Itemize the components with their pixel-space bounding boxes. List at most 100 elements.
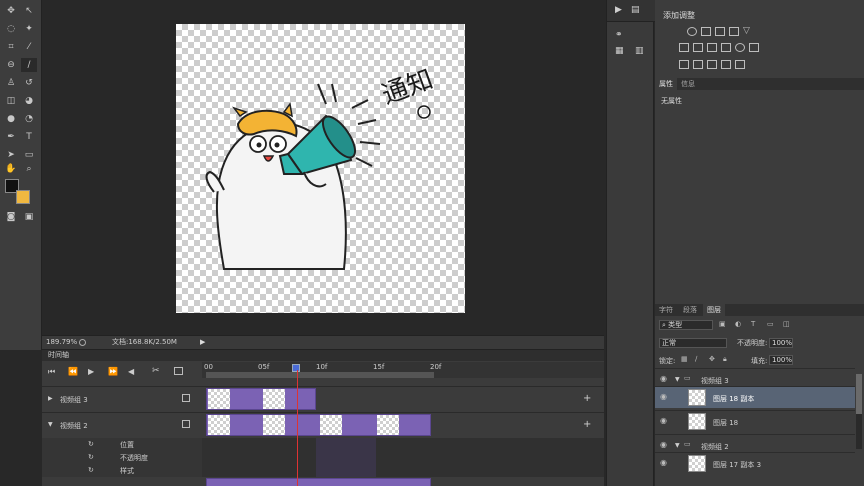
filter-adjustment-icon[interactable]: ◐ — [735, 320, 741, 328]
color-lookup-icon[interactable] — [749, 43, 759, 52]
tab-paragraph[interactable]: 段落 — [679, 304, 701, 316]
zoom-tool-icon[interactable]: ⌕ — [21, 162, 37, 176]
go-to-first-frame-icon[interactable]: ⏮ — [48, 367, 55, 377]
document-canvas[interactable]: 通知 — [176, 24, 465, 313]
move-tool-icon[interactable]: ✥ — [3, 4, 19, 18]
eyedropper-tool-icon[interactable]: ⁄ — [21, 40, 37, 54]
play-action-icon[interactable]: ▶ — [615, 5, 622, 15]
tab-properties[interactable]: 属性 — [655, 78, 677, 90]
exposure-icon[interactable] — [729, 27, 739, 36]
brightness-icon[interactable] — [687, 27, 697, 36]
tab-character[interactable]: 字符 — [655, 304, 677, 316]
timeline-tab[interactable]: 时间轴 — [42, 350, 604, 361]
track-options-icon[interactable] — [182, 394, 190, 402]
clone-source-icon[interactable]: ⚭ — [615, 30, 623, 40]
playhead-handle[interactable] — [292, 364, 300, 372]
brush-presets-icon[interactable]: ▦ — [615, 46, 624, 56]
visibility-eye-icon[interactable]: ◉ — [660, 393, 669, 401]
next-frame-icon[interactable]: ⏩ — [108, 367, 118, 376]
lasso-tool-icon[interactable]: ◌ — [3, 22, 19, 36]
collapse-arrow-icon[interactable]: ▼ — [675, 376, 680, 383]
threshold-icon[interactable] — [707, 60, 717, 69]
hue-saturation-icon[interactable] — [679, 43, 689, 52]
fill-input[interactable]: 100% — [769, 355, 793, 365]
eraser-tool-icon[interactable]: ◫ — [3, 94, 19, 108]
paint-bucket-tool-icon[interactable]: ◕ — [21, 94, 37, 108]
color-balance-icon[interactable] — [693, 43, 703, 52]
tab-info[interactable]: 信息 — [677, 78, 699, 90]
dodge-tool-icon[interactable]: ◔ — [21, 112, 37, 126]
filter-smart-object-icon[interactable]: ◫ — [783, 320, 790, 328]
history-icon[interactable]: ▤ — [631, 5, 640, 15]
lock-pixels-icon[interactable]: ∕ — [695, 355, 697, 363]
black-white-icon[interactable] — [707, 43, 717, 52]
visibility-eye-icon[interactable]: ◉ — [660, 459, 669, 467]
history-brush-tool-icon[interactable]: ↺ — [21, 76, 37, 90]
levels-icon[interactable] — [701, 27, 711, 36]
layer-row[interactable]: ◉ 图层 18 副本 — [655, 386, 855, 408]
video-clip[interactable] — [206, 414, 431, 436]
background-color-swatch[interactable] — [16, 190, 30, 204]
crop-tool-icon[interactable]: ⌗ — [3, 40, 19, 54]
zoom-level[interactable]: 189.79% — [46, 336, 77, 349]
add-media-icon[interactable]: + — [583, 393, 591, 404]
type-tool-icon[interactable]: T — [21, 130, 37, 144]
status-menu-arrow-icon[interactable]: ▶ — [200, 336, 205, 349]
collapse-arrow-icon[interactable]: ▼ — [48, 421, 53, 428]
lock-position-icon[interactable]: ✥ — [709, 355, 715, 363]
visibility-eye-icon[interactable]: ◉ — [660, 375, 669, 383]
work-area-bar[interactable] — [206, 372, 434, 378]
posterize-icon[interactable] — [693, 60, 703, 69]
stopwatch-icon[interactable]: ↻ — [88, 453, 94, 461]
brush-tool-icon[interactable]: ∕ — [21, 58, 37, 72]
photo-filter-icon[interactable] — [721, 43, 731, 52]
visibility-eye-icon[interactable]: ◉ — [660, 441, 669, 449]
artboard-tool-icon[interactable]: ↖ — [21, 4, 37, 18]
add-media-icon[interactable]: + — [583, 419, 591, 430]
blur-tool-icon[interactable]: ● — [3, 112, 19, 126]
hand-tool-icon[interactable]: ✋ — [3, 162, 19, 176]
layer-row[interactable]: ◉ 图层 17 副本 3 — [655, 452, 855, 474]
visibility-eye-icon[interactable]: ◉ — [660, 417, 669, 425]
opacity-input[interactable]: 100% — [769, 338, 793, 348]
layers-scrollbar[interactable] — [856, 374, 862, 449]
stopwatch-icon[interactable]: ↻ — [88, 466, 94, 474]
play-icon[interactable]: ▶ — [88, 367, 94, 376]
healing-brush-tool-icon[interactable]: ⊖ — [3, 58, 19, 72]
timeline-ruler[interactable]: 00 05f 10f 15f 20f — [202, 362, 604, 378]
pen-tool-icon[interactable]: ✒ — [3, 130, 19, 144]
lock-transparent-icon[interactable]: ▦ — [681, 355, 688, 363]
path-selection-tool-icon[interactable]: ➤ — [3, 148, 19, 162]
tool-presets-icon[interactable]: ▥ — [635, 46, 644, 56]
invert-icon[interactable] — [679, 60, 689, 69]
selective-color-icon[interactable] — [735, 60, 745, 69]
stamp-tool-icon[interactable]: ♙ — [3, 76, 19, 90]
audio-icon[interactable]: ◀ — [128, 367, 134, 376]
video-clip[interactable] — [206, 478, 431, 486]
previous-frame-icon[interactable]: ⏪ — [68, 367, 78, 376]
transition-icon[interactable] — [174, 367, 183, 375]
filter-pixel-icon[interactable]: ▣ — [719, 320, 726, 328]
expand-arrow-icon[interactable]: ▶ — [48, 395, 53, 402]
collapse-arrow-icon[interactable]: ▼ — [675, 442, 680, 449]
magic-wand-tool-icon[interactable]: ✦ — [21, 22, 37, 36]
quick-mask-icon[interactable]: ◙ — [3, 210, 19, 224]
blend-mode-select[interactable]: 正常 — [659, 338, 727, 348]
filter-shape-icon[interactable]: ▭ — [767, 320, 774, 328]
property-keyframe-area[interactable] — [202, 438, 604, 477]
screen-mode-icon[interactable]: ▣ — [21, 210, 37, 224]
vibrance-icon[interactable]: ▽ — [743, 27, 753, 36]
layer-row[interactable]: ◉ 图层 18 — [655, 410, 855, 432]
split-scissors-icon[interactable]: ✂ — [152, 366, 160, 376]
gradient-map-icon[interactable] — [721, 60, 731, 69]
stopwatch-icon[interactable]: ↻ — [88, 440, 94, 448]
filter-type-icon[interactable]: T — [751, 320, 755, 328]
track-options-icon[interactable] — [182, 420, 190, 428]
lock-all-icon[interactable]: 🔒︎ — [723, 355, 727, 364]
layer-filter-select[interactable]: ⌕ 类型 — [659, 320, 713, 330]
rectangle-tool-icon[interactable]: ▭ — [21, 148, 37, 162]
channel-mixer-icon[interactable] — [735, 43, 745, 52]
curves-icon[interactable] — [715, 27, 725, 36]
tab-layers[interactable]: 图层 — [703, 304, 725, 316]
video-clip[interactable] — [206, 388, 316, 410]
